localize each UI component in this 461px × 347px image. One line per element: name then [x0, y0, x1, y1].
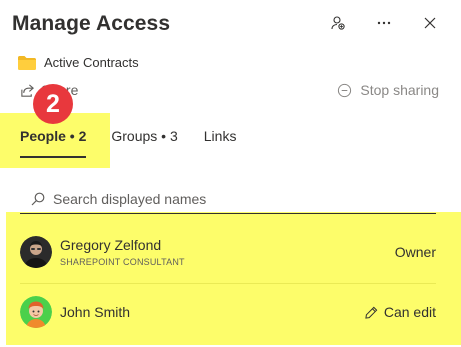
tab-people-label: People • 2	[20, 128, 87, 144]
pencil-icon	[365, 306, 378, 319]
stop-sharing-label: Stop sharing	[360, 82, 439, 98]
folder-name: Active Contracts	[44, 55, 139, 70]
permission-label: Owner	[395, 244, 436, 260]
avatar	[20, 296, 52, 328]
person-title: SHAREPOINT CONSULTANT	[60, 257, 185, 267]
list-item[interactable]: Gregory Zelfond SHAREPOINT CONSULTANT Ow…	[20, 236, 436, 268]
search-icon	[31, 192, 45, 205]
close-icon[interactable]	[421, 14, 439, 32]
stop-sharing-button[interactable]: Stop sharing	[337, 82, 439, 98]
step-badge: 2	[33, 84, 73, 124]
search-box	[20, 184, 436, 214]
folder-info: Active Contracts	[18, 55, 139, 70]
tab-groups[interactable]: Groups • 3	[111, 128, 177, 144]
search-input[interactable]	[53, 190, 413, 207]
share-icon	[21, 83, 34, 97]
permission-text: Owner	[394, 244, 436, 260]
person-name: John Smith	[60, 304, 131, 320]
selected-tab-indicator	[20, 156, 86, 158]
avatar	[20, 236, 52, 268]
header-actions	[329, 14, 439, 32]
permission-dropdown[interactable]: Can edit	[365, 304, 436, 320]
tab-links-label: Links	[203, 128, 237, 144]
tab-groups-label: Groups • 3	[111, 128, 178, 144]
tab-links[interactable]: Links	[204, 128, 237, 144]
list-item[interactable]: John Smith Can edit	[20, 296, 436, 328]
person-name: Gregory Zelfond	[60, 237, 162, 253]
tab-people[interactable]: People • 2	[20, 128, 87, 158]
tab-bar: People • 2 Groups • 3 Links	[20, 128, 237, 158]
page-title: Manage Access	[12, 12, 171, 35]
stop-icon	[338, 83, 352, 97]
person-info: John Smith	[60, 304, 365, 320]
folder-icon	[18, 55, 36, 70]
person-info: Gregory Zelfond SHAREPOINT CONSULTANT	[60, 237, 395, 267]
grant-access-icon[interactable]	[329, 14, 347, 32]
more-options-icon[interactable]	[375, 14, 393, 32]
divider	[20, 283, 436, 284]
permission-text: Can edit	[383, 304, 436, 320]
